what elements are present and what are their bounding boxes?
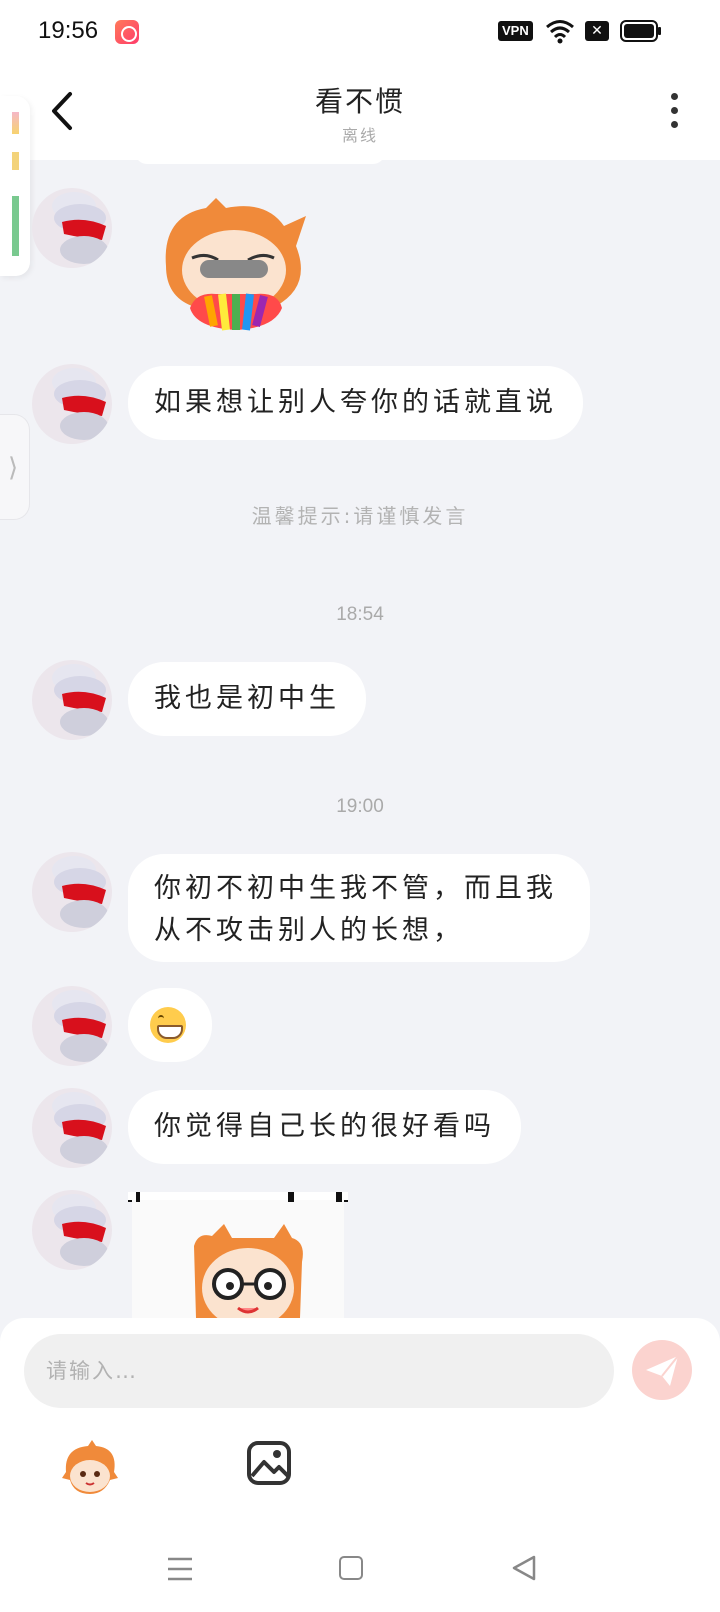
rainbow-vomit-sticker[interactable] <box>156 196 312 342</box>
message-line: 从不攻击别人的长想， <box>154 915 464 946</box>
chat-header: 看不惯 离线 <box>0 62 720 160</box>
close-box-icon: ✕ <box>585 21 609 41</box>
floating-side-panel[interactable] <box>0 96 30 276</box>
contact-avatar[interactable] <box>32 852 112 932</box>
send-button[interactable] <box>632 1340 692 1400</box>
paper-plane-icon <box>646 1355 679 1386</box>
app-notification-icon <box>115 20 139 44</box>
status-bar: 19:56 VPN ✕ <box>0 0 720 62</box>
menu-icon[interactable] <box>166 1556 194 1582</box>
cut-off-bubble <box>135 152 385 164</box>
message-bubble[interactable]: 你初不初中生我不管，而且我 从不攻击别人的长想， <box>128 854 590 962</box>
timestamp-label: 19:00 <box>336 796 384 817</box>
contact-avatar[interactable] <box>32 1190 112 1270</box>
message-bubble[interactable]: 如果想让别人夸你的话就直说 <box>128 366 583 440</box>
grinning-face-emoji <box>150 1007 186 1043</box>
image-icon[interactable] <box>246 1440 292 1486</box>
message-line: 你初不初中生我不管，而且我 <box>154 873 557 904</box>
message-bubble[interactable]: 你觉得自己长的很好看吗 <box>128 1090 521 1164</box>
online-status: 离线 <box>341 126 378 145</box>
message-bubble[interactable]: 我也是初中生 <box>128 662 366 736</box>
sticker-face-icon[interactable] <box>60 1438 120 1498</box>
contact-avatar[interactable] <box>32 1088 112 1168</box>
timestamp-label: 18:54 <box>336 604 384 625</box>
emoji-message-bubble[interactable] <box>128 988 212 1062</box>
chevron-right-icon: ⟩ <box>8 453 19 483</box>
more-options-button[interactable] <box>662 90 686 134</box>
wifi-icon <box>546 20 574 44</box>
home-square-icon[interactable] <box>339 1556 363 1580</box>
battery-icon <box>620 20 661 42</box>
glasses-girl-sticker[interactable] <box>128 1192 348 1318</box>
back-triangle-icon[interactable] <box>510 1554 538 1582</box>
contact-avatar[interactable] <box>32 986 112 1066</box>
chat-title: 看不惯 <box>314 85 405 118</box>
contact-avatar[interactable] <box>32 660 112 740</box>
status-time: 19:56 <box>38 17 99 44</box>
message-input[interactable] <box>24 1334 614 1408</box>
system-tip: 温馨提示:请谨慎发言 <box>251 504 469 528</box>
contact-avatar[interactable] <box>32 188 112 268</box>
vpn-badge: VPN <box>498 21 533 41</box>
contact-avatar[interactable] <box>32 364 112 444</box>
